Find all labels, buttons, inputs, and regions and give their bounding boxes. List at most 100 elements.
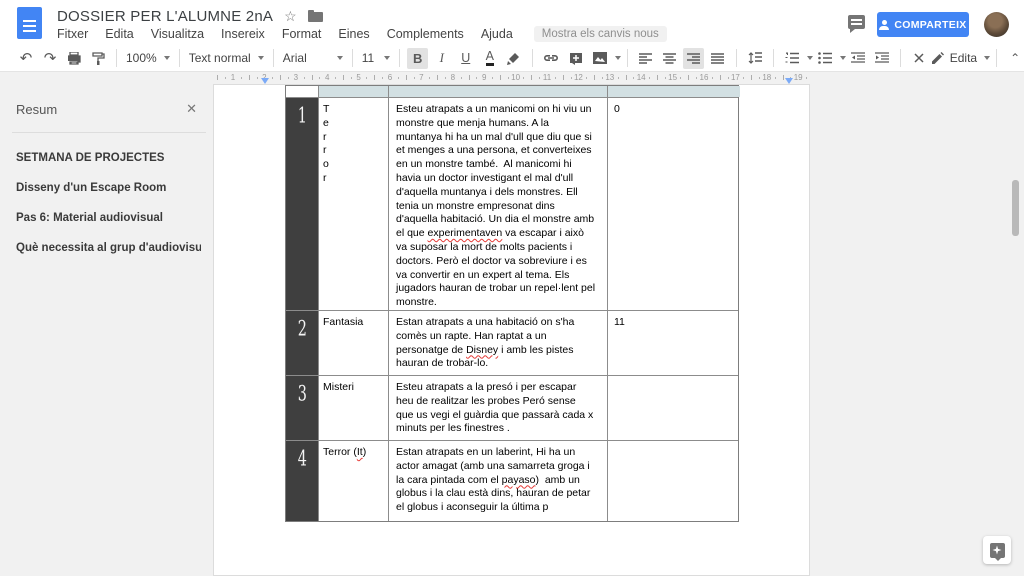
header-cell[interactable]	[389, 86, 608, 97]
redo-button[interactable]: ↷	[40, 48, 61, 69]
row-number-cell[interactable]: 2	[286, 311, 319, 375]
show-new-changes-button[interactable]: Mostra els canvis nous	[534, 26, 667, 42]
description-cell[interactable]: Estan atrapats a una habitació on s'ha c…	[389, 311, 608, 375]
bold-button[interactable]: B	[407, 48, 428, 69]
line-spacing-button[interactable]	[744, 48, 765, 69]
document-canvas: 12345678910111213141516171819 Resum ✕ SE…	[0, 72, 1024, 576]
document-title[interactable]: DOSSIER PER L'ALUMNE 2nA	[57, 8, 273, 25]
share-button-label: COMPARTEIX	[894, 19, 966, 31]
toolbar-separator	[273, 49, 274, 67]
menu-edita[interactable]: Edita	[105, 27, 134, 41]
docs-logo-icon[interactable]	[17, 7, 42, 39]
outline-divider	[12, 132, 206, 133]
align-center-button[interactable]	[659, 48, 680, 69]
comment-lines	[851, 19, 862, 21]
bulleted-list-dropdown[interactable]	[840, 56, 846, 60]
collapse-toolbar-button[interactable]: ⌃	[1005, 48, 1024, 69]
numbered-list-button[interactable]	[781, 48, 802, 69]
row-number-cell[interactable]: 1	[286, 98, 319, 310]
menu-bar: Fitxer Edita Visualitza Insereix Format …	[57, 26, 667, 42]
mode-label: Edita	[950, 51, 977, 65]
bulleted-list-button[interactable]	[814, 48, 835, 69]
person-icon	[879, 20, 889, 30]
docs-logo-lines	[23, 20, 36, 33]
toolbar-separator	[736, 49, 737, 67]
font-size-select[interactable]: 11	[359, 51, 393, 65]
toolbar-separator	[900, 49, 901, 67]
insert-link-button[interactable]	[540, 48, 562, 69]
decrease-indent-button[interactable]	[847, 48, 868, 69]
outline-item-3[interactable]: Pas 6: Material audiovisual	[16, 212, 201, 228]
category-cell[interactable]: Misteri	[319, 376, 389, 440]
toolbar-separator	[532, 49, 533, 67]
explore-button[interactable]	[983, 536, 1011, 564]
menu-insereix[interactable]: Insereix	[221, 27, 265, 41]
value-cell[interactable]	[608, 376, 740, 440]
increase-indent-button[interactable]	[871, 48, 892, 69]
value-cell[interactable]: 0	[608, 98, 740, 310]
table-row: 4 Terror (It) Estan atrapats en un laber…	[286, 440, 738, 521]
print-button[interactable]	[64, 48, 85, 69]
document-page[interactable]: 1 T e r r o r Esteu atrapats a un manico…	[213, 84, 810, 576]
pencil-icon	[931, 52, 944, 65]
description-cell[interactable]: Estan atrapats en un laberint, Hi ha un …	[389, 441, 608, 521]
table-header-row[interactable]	[286, 86, 738, 97]
value-cell[interactable]	[608, 441, 740, 521]
editing-mode-select[interactable]: Edita	[931, 51, 990, 65]
highlight-color-button[interactable]	[503, 48, 524, 69]
font-select[interactable]: Arial	[280, 51, 346, 65]
header-cell[interactable]	[319, 86, 389, 97]
table-row: 1 T e r r o r Esteu atrapats a un manico…	[286, 97, 738, 310]
outline-sidebar: Resum ✕ SETMANA DE PROJECTES Disseny d'u…	[0, 84, 211, 564]
toolbar-separator	[996, 49, 997, 67]
star-icon[interactable]: ☆	[284, 9, 297, 23]
header-cell[interactable]	[608, 86, 740, 97]
close-outline-icon[interactable]: ✕	[186, 101, 197, 117]
menu-complements[interactable]: Complements	[387, 27, 464, 41]
toolbar-separator	[116, 49, 117, 67]
share-button[interactable]: COMPARTEIX	[877, 12, 969, 37]
clear-formatting-button[interactable]	[908, 48, 929, 69]
description-cell[interactable]: Esteu atrapats a un manicomi on hi viu u…	[389, 98, 608, 310]
zoom-select[interactable]: 100%	[123, 51, 173, 65]
paragraph-style-select[interactable]: Text normal	[186, 51, 267, 65]
outline-item-4[interactable]: Què necessita al grup d'audiovisuals?	[16, 242, 201, 258]
underline-button[interactable]: U	[455, 48, 476, 69]
comments-icon[interactable]	[848, 15, 865, 29]
outline-item-2[interactable]: Disseny d'un Escape Room	[16, 182, 201, 198]
content-table: 1 T e r r o r Esteu atrapats a un manico…	[285, 85, 739, 522]
menu-format[interactable]: Format	[282, 27, 322, 41]
app-header: DOSSIER PER L'ALUMNE 2nA ☆ Fitxer Edita …	[0, 0, 1024, 45]
menu-ajuda[interactable]: Ajuda	[481, 27, 513, 41]
table-row: 3 Misteri Esteu atrapats a la presó i pe…	[286, 375, 738, 440]
align-left-button[interactable]	[635, 48, 656, 69]
value-cell[interactable]: 11	[608, 311, 740, 375]
menu-visualitza[interactable]: Visualitza	[151, 27, 204, 41]
avatar[interactable]	[984, 12, 1009, 37]
row-number-cell[interactable]: 3	[286, 376, 319, 440]
toolbar-separator	[179, 49, 180, 67]
explore-icon	[990, 543, 1005, 558]
outline-item-1[interactable]: SETMANA DE PROJECTES	[16, 152, 201, 168]
align-justify-button[interactable]	[707, 48, 728, 69]
header-cell[interactable]	[286, 86, 319, 97]
paint-format-button[interactable]	[88, 48, 109, 69]
text-color-button[interactable]: A	[479, 48, 500, 69]
menu-fitxer[interactable]: Fitxer	[57, 27, 88, 41]
vertical-scrollbar-thumb[interactable]	[1012, 180, 1019, 236]
align-right-button[interactable]	[683, 48, 704, 69]
description-cell[interactable]: Esteu atrapats a la presó i per escapar …	[389, 376, 608, 440]
insert-image-button[interactable]	[589, 48, 610, 69]
toolbar-separator	[627, 49, 628, 67]
insert-comment-button[interactable]	[565, 48, 586, 69]
undo-button[interactable]: ↶	[16, 48, 37, 69]
row-number-cell[interactable]: 4	[286, 441, 319, 521]
insert-image-dropdown[interactable]	[615, 56, 621, 60]
category-cell[interactable]: Fantasia	[319, 311, 389, 375]
numbered-list-dropdown[interactable]	[807, 56, 813, 60]
category-cell[interactable]: T e r r o r	[319, 98, 389, 310]
category-cell[interactable]: Terror (It)	[319, 441, 389, 521]
menu-eines[interactable]: Eines	[338, 27, 369, 41]
folder-icon[interactable]	[308, 12, 323, 22]
italic-button[interactable]: I	[431, 48, 452, 69]
